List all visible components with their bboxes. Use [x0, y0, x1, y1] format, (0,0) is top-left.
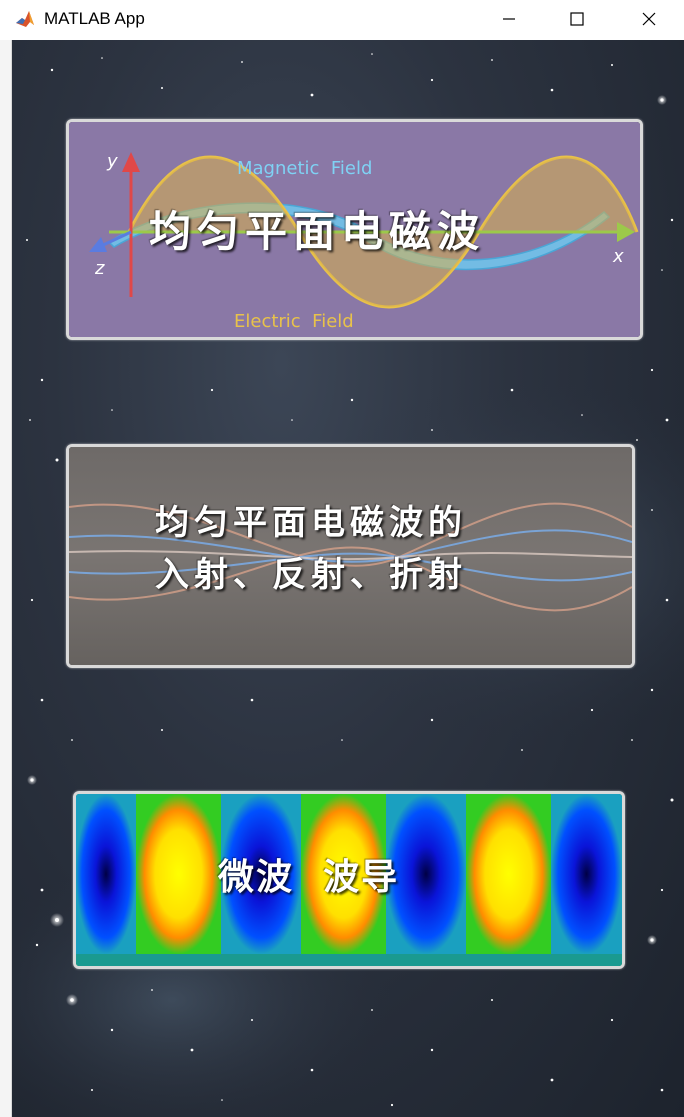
waveguide-label: 微波 波导 [218, 856, 400, 898]
minimize-icon [503, 18, 515, 20]
plane-wave-label: 均匀平面电磁波 [149, 207, 486, 256]
waveguide-button[interactable]: 微波 波导 [73, 791, 625, 969]
close-button[interactable] [614, 0, 684, 38]
minimize-button[interactable] [474, 0, 544, 38]
window-left-edge [0, 40, 12, 1117]
z-axis-label: z [94, 258, 105, 279]
window-title: MATLAB App [44, 9, 145, 28]
starfield-background: y z x Magnetic Field Electric Field 均匀平面… [12, 40, 684, 1117]
y-axis-label: y [106, 151, 118, 172]
magnetic-field-label: Magnetic Field [237, 158, 372, 179]
maximize-icon [570, 12, 584, 26]
matlab-logo-icon [14, 8, 36, 30]
electric-field-label: Electric Field [234, 311, 354, 332]
close-icon [642, 12, 656, 26]
reflection-refraction-label-line1: 均匀平面电磁波的 [155, 503, 467, 543]
title-bar[interactable]: MATLAB App [0, 0, 684, 38]
maximize-button[interactable] [542, 0, 612, 38]
plane-wave-button[interactable]: y z x Magnetic Field Electric Field 均匀平面… [66, 119, 643, 340]
reflection-refraction-button[interactable]: 均匀平面电磁波的 入射、反射、折射 [66, 444, 635, 668]
reflection-refraction-label-line2: 入射、反射、折射 [155, 555, 467, 595]
x-axis-label: x [612, 246, 624, 267]
app-window: MATLAB App y z x Magnetic Field Electric… [0, 0, 684, 1117]
